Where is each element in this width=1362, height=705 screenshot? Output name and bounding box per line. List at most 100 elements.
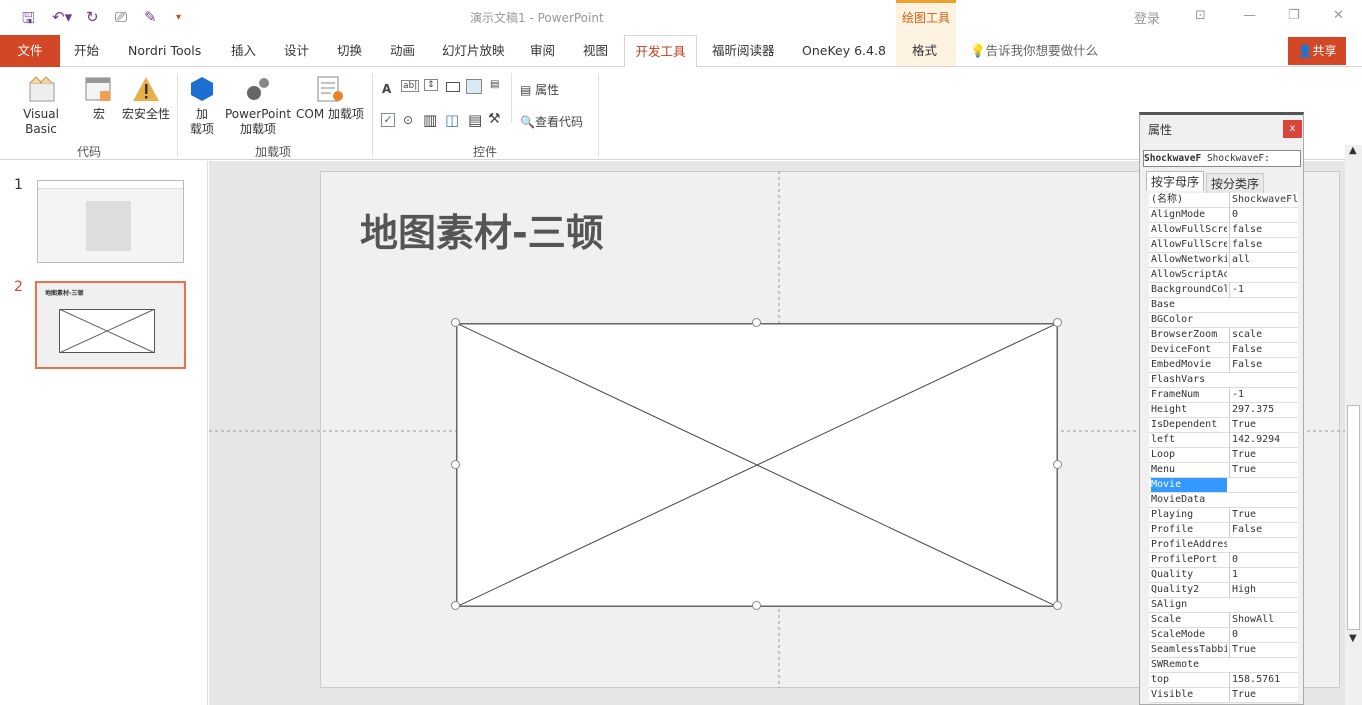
resize-handle[interactable] [1053, 318, 1062, 327]
property-row[interactable]: MovieData [1149, 493, 1298, 508]
resize-handle[interactable] [451, 460, 460, 469]
property-row[interactable]: AllowFullScre false [1149, 238, 1298, 253]
toggle-control-icon[interactable]: ▤ [468, 111, 482, 129]
edit-icon[interactable]: ✎ [144, 8, 157, 26]
property-row[interactable]: left 142.9294 [1149, 433, 1298, 448]
shockwave-flash-object[interactable] [456, 323, 1058, 607]
label-control-icon[interactable]: A [382, 82, 391, 96]
addins-button[interactable]: 加载项 [184, 75, 220, 137]
property-row[interactable]: AlignMode 0 [1149, 208, 1298, 223]
property-row[interactable]: Menu True [1149, 463, 1298, 478]
tab-insert[interactable]: 插入 [223, 35, 264, 67]
ribbon-options-icon[interactable]: ⊡ [1195, 8, 1206, 23]
tab-transitions[interactable]: 切换 [329, 35, 370, 67]
redo-icon[interactable]: ↻ [86, 8, 99, 26]
present-icon[interactable]: ⎚ [115, 8, 127, 26]
property-row[interactable]: Quality 1 [1149, 568, 1298, 583]
tab-review[interactable]: 审阅 [522, 35, 563, 67]
slide-thumbnail-2[interactable]: 地图素材-三顿 [35, 281, 186, 369]
tab-nordri-tools[interactable]: Nordri Tools [120, 35, 209, 67]
tab-animations[interactable]: 动画 [382, 35, 423, 67]
property-row[interactable]: top 158.5761 [1149, 673, 1298, 688]
property-row[interactable]: IsDependent True [1149, 418, 1298, 433]
vertical-scrollbar[interactable]: ▲ ▼ [1345, 145, 1362, 705]
property-row[interactable]: AllowScriptAc [1149, 268, 1298, 283]
property-row[interactable]: SeamlessTabbi True [1149, 643, 1298, 658]
property-row[interactable]: ScaleMode 0 [1149, 628, 1298, 643]
property-value[interactable]: -1 [1229, 283, 1298, 297]
scroll-down-icon[interactable]: ▼ [1349, 633, 1357, 644]
maximize-icon[interactable]: ❐ [1288, 8, 1300, 23]
option-button-icon[interactable]: ⊙ [403, 113, 413, 127]
tab-file[interactable]: 文件 [0, 35, 60, 67]
slide-thumbnail-1[interactable] [37, 180, 184, 263]
property-value[interactable]: 142.9294 [1229, 433, 1298, 447]
property-row[interactable]: AllowNetworki all [1149, 253, 1298, 268]
macros-button[interactable]: 宏 [84, 75, 114, 122]
property-value[interactable]: 158.5761 [1229, 673, 1298, 687]
property-value[interactable]: false [1229, 238, 1298, 252]
property-row[interactable]: ProfilePort 0 [1149, 553, 1298, 568]
property-value[interactable]: True [1229, 448, 1298, 462]
powerpoint-addins-button[interactable]: PowerPoint 加载项 [222, 75, 294, 137]
spin-control-icon[interactable]: ⇕ [424, 79, 438, 91]
scroll-up-icon[interactable]: ▲ [1349, 145, 1357, 156]
textbox-control-icon[interactable]: ab| [401, 80, 420, 92]
property-row[interactable]: BGColor [1149, 313, 1298, 328]
view-code-button[interactable]: 🔍查看代码 [520, 113, 583, 130]
resize-handle[interactable] [752, 318, 761, 327]
property-value[interactable]: all [1229, 253, 1298, 267]
object-select[interactable]: ShockwaveF ShockwaveF: [1143, 150, 1301, 167]
tab-format[interactable]: 格式 [904, 35, 945, 67]
property-value[interactable]: True [1229, 688, 1298, 702]
property-row[interactable]: Base [1149, 298, 1298, 313]
property-value[interactable]: false [1229, 223, 1298, 237]
tab-categorized[interactable]: 按分类序 [1206, 173, 1265, 194]
property-row[interactable]: SWRemote [1149, 658, 1298, 673]
property-value[interactable]: -1 [1229, 388, 1298, 402]
property-value[interactable]: True [1229, 463, 1298, 477]
property-value[interactable]: ShowAll [1229, 613, 1298, 627]
property-row[interactable]: Scale ShowAll [1149, 613, 1298, 628]
tab-slideshow[interactable]: 幻灯片放映 [434, 35, 513, 67]
property-row[interactable]: DeviceFont False [1149, 343, 1298, 358]
checkbox-control-icon[interactable]: ✓ [381, 113, 395, 127]
close-button[interactable]: x [1283, 120, 1302, 138]
resize-handle[interactable] [451, 318, 460, 327]
property-row[interactable]: FrameNum -1 [1149, 388, 1298, 403]
property-value[interactable]: False [1229, 358, 1298, 372]
close-icon[interactable]: ✕ [1333, 8, 1344, 23]
tab-foxit[interactable]: 福昕阅读器 [704, 35, 783, 67]
property-row[interactable]: BrowserZoom scale [1149, 328, 1298, 343]
property-value[interactable]: 1 [1229, 568, 1298, 582]
property-row[interactable]: Playing True [1149, 508, 1298, 523]
tab-view[interactable]: 视图 [575, 35, 616, 67]
property-value[interactable]: False [1229, 343, 1298, 357]
property-row[interactable]: (名称) ShockwaveFl: [1149, 193, 1298, 208]
share-button[interactable]: 👤共享 [1288, 37, 1346, 65]
property-row[interactable]: EmbedMovie False [1149, 358, 1298, 373]
tab-alphabetic[interactable]: 按字母序 [1146, 171, 1205, 191]
tell-me-search[interactable]: 💡告诉我你想要做什么 [962, 35, 1106, 67]
resize-handle[interactable] [1053, 601, 1062, 610]
property-value[interactable]: 0 [1229, 553, 1298, 567]
tab-onekey[interactable]: OneKey 6.4.8 [794, 35, 894, 67]
property-row[interactable]: Loop True [1149, 448, 1298, 463]
save-icon[interactable]: 🖫 [22, 8, 35, 33]
property-row[interactable]: Movie [1149, 478, 1298, 493]
property-row[interactable]: SAlign [1149, 598, 1298, 613]
property-value[interactable]: scale [1229, 328, 1298, 342]
property-row[interactable]: FlashVars [1149, 373, 1298, 388]
property-value[interactable]: 0 [1229, 208, 1298, 222]
tab-developer[interactable]: 开发工具 [624, 35, 697, 68]
resize-handle[interactable] [1053, 460, 1062, 469]
customize-icon[interactable]: ▾ [176, 12, 181, 23]
minimize-icon[interactable]: — [1243, 8, 1256, 23]
property-row[interactable]: BackgroundCol -1 [1149, 283, 1298, 298]
image-control-icon[interactable] [466, 79, 482, 94]
undo-icon[interactable]: ↶▾ [52, 8, 72, 26]
property-value[interactable]: 0 [1229, 628, 1298, 642]
property-row[interactable]: AllowFullScre false [1149, 223, 1298, 238]
more-controls-icon[interactable]: ⚒ [488, 111, 501, 127]
tab-home[interactable]: 开始 [66, 35, 107, 67]
